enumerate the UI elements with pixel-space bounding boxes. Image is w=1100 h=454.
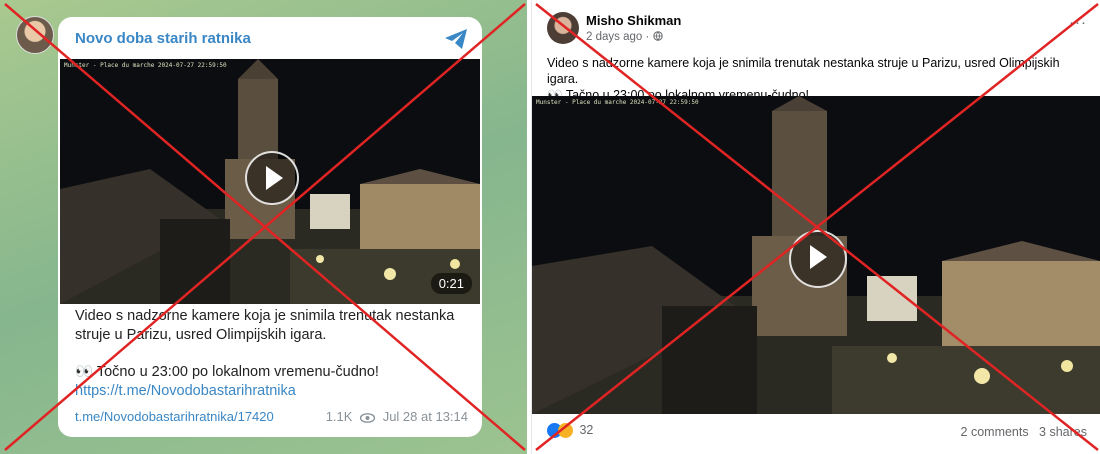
message-line-2: 👀 Točno u 23:00 po lokalnom vremenu-čudn…: [75, 363, 470, 382]
message-meta: t.me/Novodobastarihratnika/17420 1.1K Ju…: [75, 409, 468, 424]
play-icon[interactable]: [789, 230, 847, 288]
post-time-text[interactable]: 2 days ago: [586, 31, 642, 43]
video-duration: 0:21: [430, 273, 472, 294]
post-date: Jul 28 at 13:14: [382, 409, 468, 424]
post-time: 2 days ago ·: [586, 31, 663, 43]
views-and-date: 1.1K Jul 28 at 13:14: [326, 409, 468, 424]
reactions-count: 32: [579, 423, 594, 437]
video-timestamp: Munster - Place du marche 2024-07-27 22:…: [536, 99, 699, 106]
video-player[interactable]: Munster - Place du marche 2024-07-27 22:…: [532, 96, 1100, 414]
message-line-2-text: Točno u 23:00 po lokalnom vremenu-čudno!: [96, 364, 379, 380]
eyes-emoji: 👀: [75, 364, 94, 380]
more-icon[interactable]: ···: [1069, 14, 1087, 31]
post-footer: 32 2 comments 3 shares: [547, 423, 1087, 443]
video-player[interactable]: Munster - Place du marche 2024-07-27 22:…: [60, 59, 480, 304]
post-line-1: Video s nadzorne kamere koja je snimila …: [547, 56, 1060, 86]
video-timestamp: Munster - Place du marche 2024-07-27 22:…: [64, 62, 227, 69]
facebook-panel: Misho Shikman 2 days ago · ··· Video s n…: [531, 0, 1100, 454]
channel-name[interactable]: Novo doba starih ratnika: [75, 30, 251, 47]
engagement-counts: 2 comments 3 shares: [961, 425, 1087, 439]
telegram-plane-icon[interactable]: [444, 28, 468, 50]
wow-icon: [558, 423, 573, 439]
eye-icon: [359, 412, 376, 423]
globe-icon: [652, 31, 663, 41]
author-name[interactable]: Misho Shikman: [586, 13, 681, 28]
views-count: 1.1K: [325, 409, 353, 424]
telegram-panel: Novo doba starih ratnika Munster - Place…: [0, 0, 527, 454]
channel-avatar[interactable]: [16, 16, 54, 54]
message-line-1: Video s nadzorne kamere koja je snimila …: [75, 308, 455, 343]
comments-count[interactable]: 2 comments: [961, 425, 1029, 439]
message-text: Video s nadzorne kamere koja je snimila …: [75, 307, 470, 401]
telegram-message-card: Novo doba starih ratnika Munster - Place…: [58, 17, 482, 437]
reactions[interactable]: 32: [547, 423, 594, 439]
shares-count[interactable]: 3 shares: [1039, 425, 1087, 439]
play-icon[interactable]: [245, 151, 299, 205]
avatar[interactable]: [547, 12, 579, 44]
post-link[interactable]: t.me/Novodobastarihratnika/17420: [75, 409, 274, 424]
channel-link[interactable]: https://t.me/Novodobastarihratnika: [75, 382, 470, 401]
